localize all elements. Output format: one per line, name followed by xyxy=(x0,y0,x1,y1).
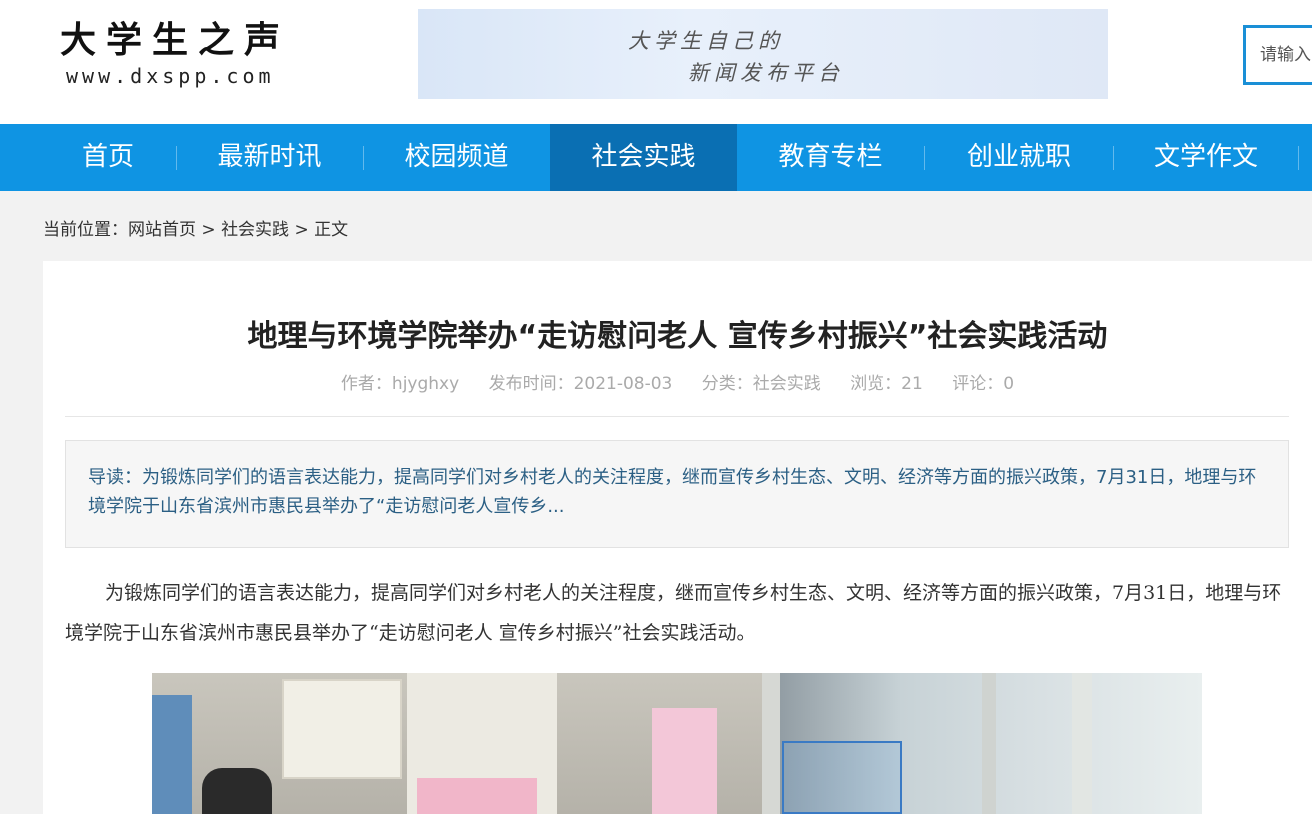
breadcrumb-separator: > xyxy=(289,220,315,240)
breadcrumb-prefix: 当前位置： xyxy=(43,220,128,240)
meta-views: 浏览：21 xyxy=(850,374,923,394)
nav-item-home[interactable]: 首页 xyxy=(30,124,186,191)
breadcrumb-home-link[interactable]: 网站首页 xyxy=(128,220,196,240)
article-title: 地理与环境学院举办“走访慰问老人 宣传乡村振兴”社会实践活动 xyxy=(247,319,1108,354)
breadcrumb-category-link[interactable]: 社会实践 xyxy=(221,220,289,240)
nav-item-career[interactable]: 创业就职 xyxy=(924,124,1114,191)
site-header: 大学生之声 www.dxspp.com 大学生自己的 新闻发布平台 请输入 xyxy=(0,0,1312,124)
logo-url: www.dxspp.com xyxy=(66,64,275,88)
breadcrumb-current: 正文 xyxy=(314,220,349,240)
banner-line-2: 新闻发布平台 xyxy=(688,61,844,85)
nav-separator xyxy=(1298,146,1299,170)
meta-comments: 评论：0 xyxy=(952,374,1015,394)
article-photo xyxy=(152,673,1202,814)
article-meta: 作者：hjyghxy 发布时间：2021-08-03 分类：社会实践 浏览：21… xyxy=(43,369,1312,394)
logo-title: 大学生之声 xyxy=(60,20,291,61)
banner-line-1: 大学生自己的 xyxy=(628,29,784,53)
meta-divider xyxy=(65,416,1289,417)
header-banner: 大学生自己的 新闻发布平台 xyxy=(418,9,1108,99)
meta-author: 作者：hjyghxy xyxy=(340,374,460,394)
nav-item-education[interactable]: 教育专栏 xyxy=(737,124,924,191)
main-nav: 首页 最新时讯 校园频道 社会实践 教育专栏 创业就职 文学作文 xyxy=(0,124,1312,191)
nav-item-social-practice[interactable]: 社会实践 xyxy=(550,124,737,191)
breadcrumb: 当前位置：网站首页 > 社会实践 > 正文 xyxy=(43,215,348,240)
meta-date: 发布时间：2021-08-03 xyxy=(488,374,673,394)
nav-item-literature[interactable]: 文学作文 xyxy=(1113,124,1299,191)
site-logo[interactable]: 大学生之声 www.dxspp.com xyxy=(60,18,340,94)
nav-item-campus[interactable]: 校园频道 xyxy=(363,124,550,191)
search-input[interactable]: 请输入 xyxy=(1243,25,1312,85)
article-card: 地理与环境学院举办“走访慰问老人 宣传乡村振兴”社会实践活动 作者：hjyghx… xyxy=(43,261,1312,814)
article-summary: 导读：为锻炼同学们的语言表达能力，提高同学们对乡村老人的关注程度，继而宣传乡村生… xyxy=(65,440,1289,548)
nav-item-latest-news[interactable]: 最新时讯 xyxy=(176,124,363,191)
breadcrumb-separator: > xyxy=(196,220,222,240)
meta-category[interactable]: 分类：社会实践 xyxy=(702,374,821,394)
article-body-paragraph: 为锻炼同学们的语言表达能力，提高同学们对乡村老人的关注程度，继而宣传乡村生态、文… xyxy=(65,582,1282,644)
